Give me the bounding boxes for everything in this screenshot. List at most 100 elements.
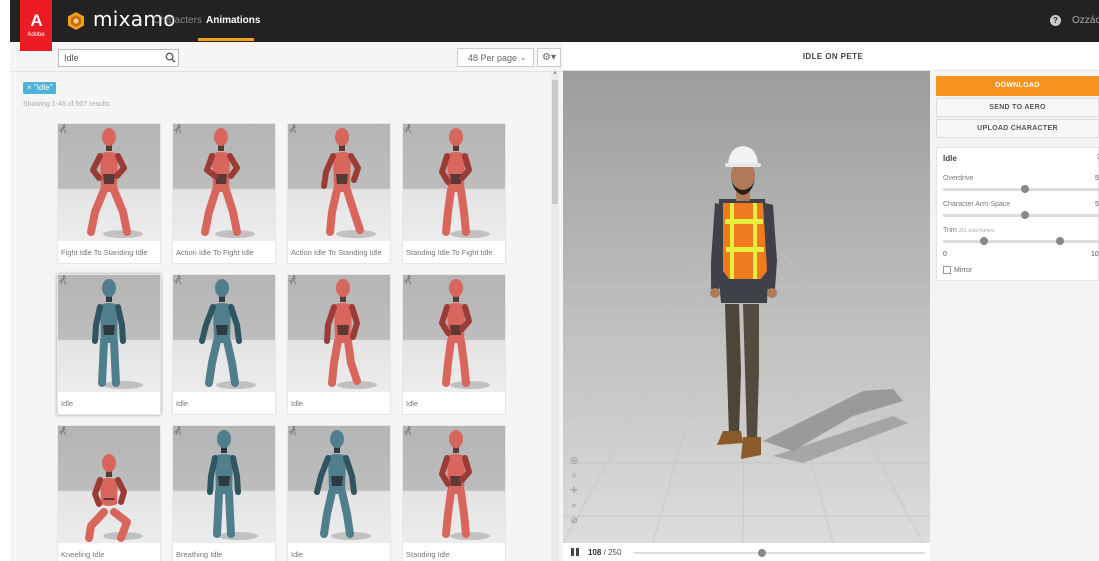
- animation-card[interactable]: Action Idle To Standing Idle: [287, 123, 391, 264]
- animation-card-label: Idle: [61, 399, 74, 408]
- rotate-icon[interactable]: ○: [568, 470, 580, 482]
- animation-thumbnail[interactable]: [58, 426, 160, 543]
- arm-space-slider-knob[interactable]: [1021, 211, 1029, 219]
- arm-space-value: 50: [1095, 201, 1099, 208]
- animation-thumbnail[interactable]: [403, 275, 505, 392]
- animation-card-label: Kneeling Idle: [61, 550, 105, 559]
- running-figure-icon: [289, 124, 297, 134]
- animation-card[interactable]: Idle: [287, 425, 391, 561]
- help-icon[interactable]: ?: [1050, 15, 1061, 26]
- animation-card-label: Action Idle To Fight Idle: [176, 248, 254, 257]
- search-input[interactable]: [58, 49, 179, 67]
- animation-thumbnail[interactable]: [173, 275, 275, 392]
- tab-characters[interactable]: Characters: [153, 15, 202, 26]
- running-figure-icon: [59, 275, 67, 285]
- mannequin-preview: [85, 454, 143, 542]
- trim-label-text: Trim: [943, 227, 957, 234]
- search-icon[interactable]: [165, 52, 176, 63]
- send-to-aero-button[interactable]: SEND TO AERO: [936, 98, 1099, 117]
- trim-max-value: 100: [1091, 251, 1099, 258]
- animation-card[interactable]: Standing Idle: [402, 425, 506, 561]
- mirror-option[interactable]: Mirror: [943, 266, 972, 274]
- current-frame: 108: [588, 548, 602, 557]
- animation-card-label: Action Idle To Standing Idle: [291, 248, 382, 257]
- mannequin-preview: [324, 279, 377, 389]
- trim-slider[interactable]: [943, 237, 1099, 245]
- animation-thumbnail[interactable]: [288, 275, 390, 392]
- trim-end-knob[interactable]: [1056, 237, 1064, 245]
- animation-card-label: Fight Idle To Standing Idle: [61, 248, 148, 257]
- animation-card[interactable]: Standing Idle To Fight Idle: [402, 123, 506, 264]
- animation-thumbnail[interactable]: [173, 124, 275, 241]
- total-frames: / 250: [603, 548, 622, 557]
- animation-parameters: Idle 30 Overdrive 50 Character Arm-Space…: [936, 147, 1099, 281]
- user-menu[interactable]: Ozzác▾: [1072, 15, 1099, 26]
- timeline-scrubber[interactable]: [634, 549, 925, 557]
- mannequin-preview: [87, 128, 143, 238]
- viewport-tools: ◎ ○ ✛ ⌕ ⊘: [568, 455, 580, 530]
- per-page-select[interactable]: 48 Per page ⌄: [457, 48, 534, 67]
- zoom-icon[interactable]: ⌕: [568, 500, 580, 512]
- running-figure-icon: [289, 426, 297, 436]
- download-button[interactable]: DOWNLOAD: [936, 76, 1099, 96]
- adobe-logo-mark: A: [30, 11, 42, 30]
- running-figure-icon: [404, 124, 412, 134]
- grid-settings-button[interactable]: ⚙▾: [537, 48, 561, 67]
- animation-browser: 48 Per page ⌄ ⚙▾ × "Idle" Showing 1-48 o…: [10, 42, 563, 561]
- arm-space-slider[interactable]: [943, 211, 1099, 219]
- running-figure-icon: [174, 124, 182, 134]
- animation-name: Idle: [943, 154, 957, 163]
- animation-thumbnail[interactable]: [288, 426, 390, 543]
- adobe-logo[interactable]: A Adobe: [20, 0, 52, 51]
- scrollbar-thumb[interactable]: [552, 80, 558, 204]
- mixamo-logo-icon[interactable]: [66, 11, 86, 31]
- animation-card[interactable]: Idle: [402, 274, 506, 415]
- animation-card[interactable]: Breathing Idle: [172, 425, 276, 561]
- running-figure-icon: [404, 275, 412, 285]
- mannequin-preview: [92, 279, 143, 389]
- animation-card[interactable]: Idle: [57, 274, 161, 415]
- running-figure-icon: [289, 275, 297, 285]
- mannequin-preview: [207, 430, 258, 540]
- viewport-header: IDLE ON PETE: [563, 42, 1099, 71]
- running-figure-icon: [174, 275, 182, 285]
- animation-thumbnail[interactable]: [403, 426, 505, 543]
- animation-card[interactable]: Action Idle To Fight Idle: [172, 123, 276, 264]
- animation-thumbnail[interactable]: [288, 124, 390, 241]
- overdrive-label: Overdrive: [943, 175, 974, 182]
- arm-space-label: Character Arm-Space: [943, 201, 1011, 208]
- mirror-label: Mirror: [954, 266, 973, 274]
- animation-card[interactable]: Idle: [287, 274, 391, 415]
- frame-counter: 108 / 250: [588, 548, 621, 557]
- reset-view-icon[interactable]: ⊘: [568, 515, 580, 527]
- trim-start-knob[interactable]: [980, 237, 988, 245]
- per-page-value: 48 Per page: [468, 53, 518, 63]
- mirror-checkbox[interactable]: [943, 266, 951, 274]
- animation-card-label: Idle: [291, 399, 304, 408]
- animation-thumbnail[interactable]: [58, 275, 160, 392]
- orbit-icon[interactable]: ◎: [568, 455, 580, 467]
- animation-card[interactable]: Fight Idle To Standing Idle: [57, 123, 161, 264]
- pause-icon[interactable]: [571, 548, 579, 556]
- 3d-viewport[interactable]: [563, 71, 930, 543]
- grid-scrollbar[interactable]: [551, 74, 559, 561]
- upload-character-button[interactable]: UPLOAD CHARACTER: [936, 119, 1099, 138]
- animation-card[interactable]: Idle: [172, 274, 276, 415]
- animation-thumbnail[interactable]: [403, 124, 505, 241]
- animation-thumbnail[interactable]: [173, 426, 275, 543]
- chevron-down-icon: ⌄: [519, 52, 527, 62]
- overdrive-slider-knob[interactable]: [1021, 185, 1029, 193]
- playback-bar: 108 / 250: [563, 543, 930, 561]
- timeline-knob[interactable]: [758, 549, 766, 557]
- pan-icon[interactable]: ✛: [568, 485, 580, 497]
- overdrive-slider[interactable]: [943, 185, 1099, 193]
- animation-card-label: Standing Idle: [406, 550, 450, 559]
- app-window: mixamo Characters Animations ? Ozzác▾ A …: [0, 0, 1099, 561]
- trim-min-value: 0: [943, 251, 947, 258]
- animation-card[interactable]: Kneeling Idle: [57, 425, 161, 561]
- animation-thumbnail[interactable]: [58, 124, 160, 241]
- filter-tag-idle[interactable]: × "Idle": [23, 82, 57, 94]
- tab-animations[interactable]: Animations: [206, 15, 260, 26]
- adobe-logo-text: Adobe: [27, 32, 45, 38]
- mannequin-preview: [439, 279, 490, 389]
